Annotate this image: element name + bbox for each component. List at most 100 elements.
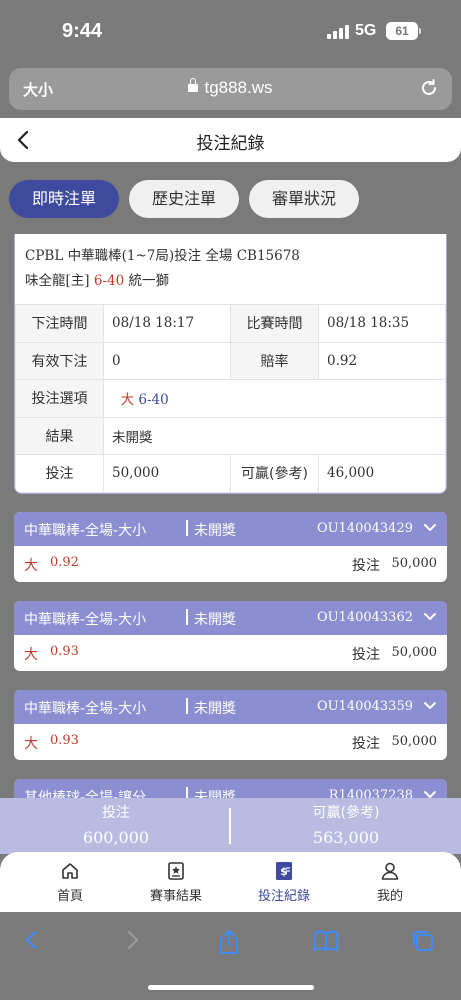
bet-odds: 0.92 <box>50 555 79 570</box>
divider <box>186 520 188 536</box>
home-indicator <box>148 985 314 990</box>
result-value: 未開獎 <box>103 416 446 455</box>
bet-record-icon: $ <box>276 862 292 880</box>
bet-card-body: 大 0.93 投注 50,000 <box>14 724 447 760</box>
bet-card-body: 大 0.92 投注 50,000 <box>14 546 447 582</box>
bet-option-label: 投注選項 <box>15 379 104 418</box>
browser-toolbar <box>0 912 461 1000</box>
valid-bet-value: 0 <box>103 341 231 380</box>
bet-list[interactable]: CPBL 中華職棒(1~7局)投注 全場 CB15678 味全龍[主] 6-40… <box>0 234 461 800</box>
bet-stake-value: 50,000 <box>391 645 438 660</box>
total-stake-value: 600,000 <box>82 828 150 847</box>
bookmarks-icon[interactable] <box>312 928 340 954</box>
tab-live-bets[interactable]: 即時注單 <box>9 180 119 218</box>
bet-pick: 大 <box>24 647 38 663</box>
bet-stake-label: 投注 <box>352 558 380 574</box>
bet-pick: 大 <box>24 736 38 752</box>
stake-value: 50,000 <box>103 454 231 493</box>
app-header: 投注紀錄 <box>0 118 461 162</box>
total-stake: 投注 600,000 <box>6 802 226 847</box>
chevron-down-icon[interactable] <box>423 522 437 534</box>
bet-market-name: 中華職棒-全場-大小 <box>24 523 147 539</box>
total-win-label: 可贏(參考) <box>312 805 380 821</box>
bet-stake-label: 投注 <box>352 736 380 752</box>
bottom-nav: 首頁 賽事結果 $ 投注紀錄 我的 <box>0 852 461 912</box>
match-line: 6-40 <box>93 273 125 289</box>
bet-code: OU140043429 <box>316 521 413 536</box>
bet-card-body: 大 0.93 投注 50,000 <box>14 635 447 671</box>
table-row: 下注時間 08/18 18:17 比賽時間 08/18 18:35 <box>15 304 446 343</box>
divider <box>186 609 188 625</box>
results-icon <box>168 862 184 880</box>
match-info: CPBL 中華職棒(1~7局)投注 全場 CB15678 味全龍[主] 6-40… <box>15 234 446 306</box>
user-icon <box>381 862 399 880</box>
option-pick: 大 <box>120 392 135 409</box>
chevron-down-icon[interactable] <box>423 611 437 623</box>
win-value: 46,000 <box>318 454 446 493</box>
network-label: 5G <box>355 22 377 39</box>
bet-card-header[interactable]: 其他棒球-全場-讓分 未開獎 R140037238 <box>14 779 447 800</box>
away-team: 統一獅 <box>128 273 169 289</box>
option-line: 6-40 <box>138 392 169 409</box>
bet-stake-value: 50,000 <box>391 556 438 571</box>
bet-code: OU140043362 <box>316 610 413 625</box>
tabs-icon[interactable] <box>410 928 436 954</box>
bet-card-header[interactable]: 中華職棒-全場-大小 未開獎 OU140043362 <box>14 601 447 635</box>
nav-results[interactable]: 賽事結果 <box>126 860 226 904</box>
tab-history-bets[interactable]: 歷史注單 <box>129 180 239 218</box>
bet-status: 未開獎 <box>194 612 236 628</box>
bet-pick: 大 <box>24 558 38 574</box>
home-icon <box>62 863 78 879</box>
nav-profile-label: 我的 <box>376 889 403 904</box>
share-icon[interactable] <box>216 928 242 956</box>
bet-option-value: 大 6-40 <box>103 379 446 418</box>
url-text: tg888.ws <box>204 78 273 97</box>
battery-tip <box>419 28 421 34</box>
odds-label: 賠率 <box>230 341 319 380</box>
nav-home-label: 首頁 <box>56 889 83 904</box>
tab-bar: 即時注單 歷史注單 審單狀況 <box>0 162 461 234</box>
back-icon[interactable] <box>20 928 44 952</box>
bet-stake-value: 50,000 <box>391 734 438 749</box>
bet-card-header[interactable]: 中華職棒-全場-大小 未開獎 OU140043359 <box>14 690 447 724</box>
nav-bet-record-label: 投注紀錄 <box>257 889 310 904</box>
match-time-label: 比賽時間 <box>230 304 319 343</box>
win-label: 可贏(參考) <box>230 454 319 493</box>
stake-label: 投注 <box>15 454 104 493</box>
total-win-value: 563,000 <box>312 828 380 847</box>
status-bar: 9:44 5G 61 <box>0 0 461 62</box>
bet-stake-label: 投注 <box>352 647 380 663</box>
status-time: 9:44 <box>62 20 103 42</box>
reload-icon[interactable] <box>418 77 440 99</box>
forward-icon[interactable] <box>120 928 144 952</box>
bet-card[interactable]: 中華職棒-全場-大小 未開獎 OU140043359 大 0.93 投注 50,… <box>14 690 447 760</box>
tab-review-status[interactable]: 審單狀況 <box>249 180 359 218</box>
nav-bet-record[interactable]: $ 投注紀錄 <box>234 860 334 904</box>
table-row: 結果 未開獎 <box>15 416 446 455</box>
totals-bar: 投注 600,000 可贏(參考) 563,000 <box>0 798 461 854</box>
bet-card-header[interactable]: 中華職棒-全場-大小 未開獎 OU140043429 <box>14 512 447 546</box>
bet-code: OU140043359 <box>316 699 413 714</box>
address-bar[interactable]: 大小 tg888.ws <box>9 68 452 110</box>
table-row: 投注選項 大 6-40 <box>15 379 446 418</box>
home-team: 味全龍[主] <box>25 273 90 289</box>
result-label: 結果 <box>15 416 104 455</box>
bet-status: 未開獎 <box>194 523 236 539</box>
nav-home[interactable]: 首頁 <box>20 860 120 904</box>
nav-profile[interactable]: 我的 <box>340 860 440 904</box>
bet-card[interactable]: 中華職棒-全場-大小 未開獎 OU140043362 大 0.93 投注 50,… <box>14 601 447 671</box>
bet-odds: 0.93 <box>50 644 79 659</box>
bet-market-name: 中華職棒-全場-大小 <box>24 701 147 717</box>
match-time-value: 08/18 18:35 <box>318 304 446 343</box>
bet-card[interactable]: 其他棒球-全場-讓分 未開獎 R140037238 <box>14 779 447 800</box>
url-display[interactable]: tg888.ws <box>9 78 452 98</box>
bet-market-name: 中華職棒-全場-大小 <box>24 612 147 628</box>
bet-time-value: 08/18 18:17 <box>103 304 231 343</box>
total-stake-label: 投注 <box>102 805 130 821</box>
chevron-down-icon[interactable] <box>423 700 437 712</box>
signal-icon <box>327 25 349 39</box>
lock-icon <box>188 78 199 92</box>
bet-odds: 0.93 <box>50 733 79 748</box>
bet-card[interactable]: 中華職棒-全場-大小 未開獎 OU140043429 大 0.92 投注 50,… <box>14 512 447 582</box>
table-row: 有效下注 0 賠率 0.92 <box>15 341 446 380</box>
